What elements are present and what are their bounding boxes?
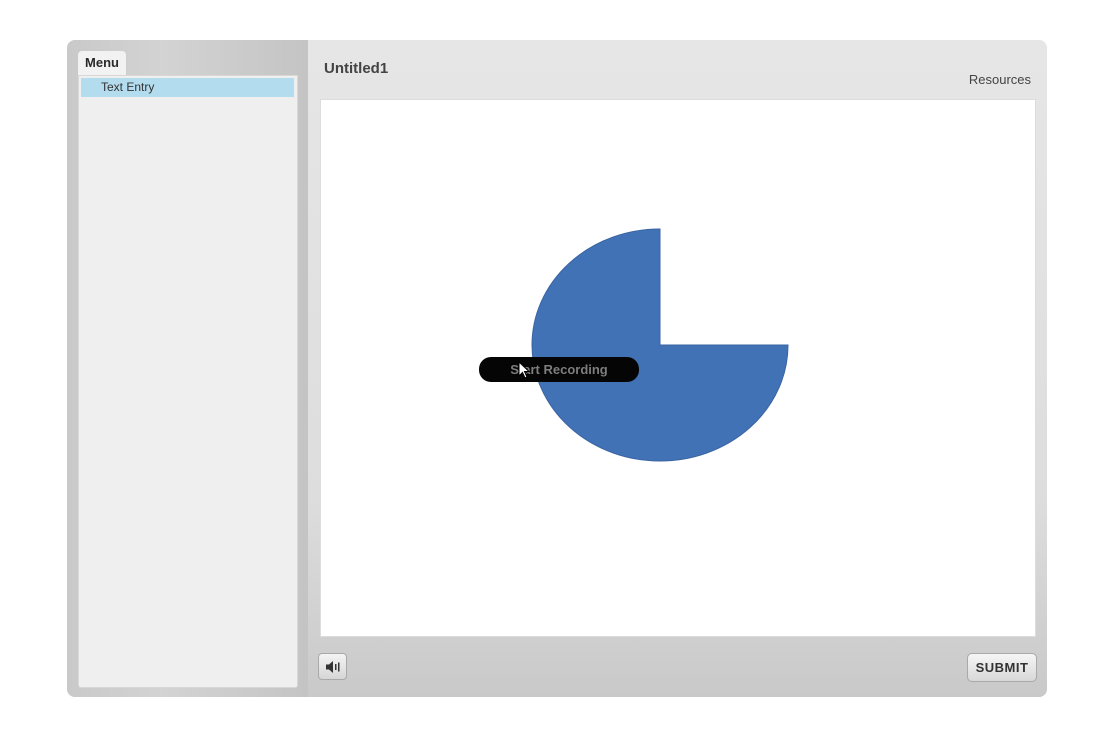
start-recording-button[interactable]: Start Recording (479, 357, 639, 382)
slide-title: Untitled1 (324, 60, 389, 77)
slide-stage: Start Recording (320, 99, 1036, 637)
pie-shape (531, 228, 789, 462)
menu-item-text-entry[interactable]: Text Entry (81, 78, 294, 97)
main-area: Untitled1 Resources Start Recording SUBM… (308, 40, 1047, 697)
bottom-bar: SUBMIT (308, 637, 1047, 697)
submit-button[interactable]: SUBMIT (967, 653, 1037, 682)
sidebar: Menu Text Entry (67, 40, 308, 697)
mouse-cursor-icon (518, 361, 530, 379)
resources-link[interactable]: Resources (969, 72, 1031, 87)
speaker-icon (326, 661, 340, 673)
menu-tab[interactable]: Menu (78, 51, 126, 75)
menu-panel: Text Entry (78, 75, 298, 688)
course-player: Menu Text Entry Untitled1 Resources Star… (67, 40, 1047, 697)
pie-wedge (531, 228, 789, 462)
audio-button[interactable] (318, 653, 347, 680)
